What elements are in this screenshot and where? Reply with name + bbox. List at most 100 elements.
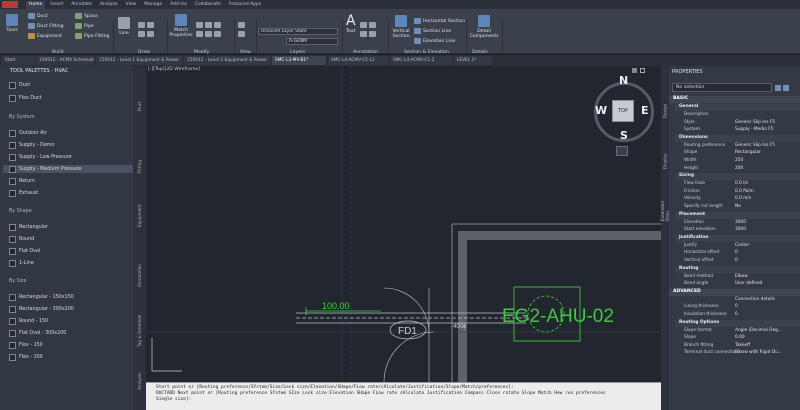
property-row[interactable]: Friction 0.0 Pa/m xyxy=(669,189,800,196)
property-row[interactable]: Bend angle User defined xyxy=(669,281,800,288)
copy-icon[interactable] xyxy=(205,22,212,28)
wcs-menu[interactable] xyxy=(616,146,628,156)
property-group-header[interactable]: Dimensions xyxy=(675,134,800,142)
property-row[interactable]: Routing preference Generic Slip Ins F5 xyxy=(669,143,800,150)
file-tab[interactable]: LEVEL 1* xyxy=(454,56,492,65)
duct-button[interactable]: Duct xyxy=(28,13,48,19)
tag-icon[interactable] xyxy=(360,31,367,37)
palette-item[interactable]: Rectangular xyxy=(9,223,48,231)
extend-icon[interactable] xyxy=(205,31,212,37)
ribbon-tab-add-ins[interactable]: Add-ins xyxy=(167,1,190,9)
property-group-header[interactable]: Placement xyxy=(675,211,800,219)
property-row[interactable]: Insulation thickness 0 xyxy=(669,312,800,319)
viewport-maximize-icon[interactable] xyxy=(640,68,645,73)
dimension-icon[interactable] xyxy=(360,22,367,28)
property-row[interactable]: Elevation 3000 xyxy=(669,220,800,227)
property-group-header[interactable]: Routing xyxy=(675,265,800,273)
palette-item[interactable]: Exhaust xyxy=(9,189,38,197)
palette-item[interactable]: Flex - 200 xyxy=(9,353,43,361)
move-icon[interactable] xyxy=(196,22,203,28)
palette-tab[interactable]: Fitting xyxy=(134,146,145,186)
space-button[interactable]: Space xyxy=(75,13,98,19)
property-row[interactable]: Width 250 xyxy=(669,158,800,165)
properties-side-tab[interactable]: Design xyxy=(661,96,669,126)
property-row[interactable]: Connection details xyxy=(669,297,800,304)
property-row[interactable]: Specify cut length No xyxy=(669,204,800,211)
file-tab[interactable]: 150912 - Level 1 Equipment & Power xyxy=(96,56,182,65)
vertical-section-button[interactable]: Vertical Section xyxy=(390,15,412,39)
layer-state-dropdown[interactable]: Unsaved Layer State xyxy=(258,28,338,35)
ribbon-tab-annotate[interactable]: Annotate xyxy=(68,1,95,9)
palette-item[interactable]: Rectangular - 300x200 xyxy=(9,305,74,313)
palette-tab[interactable]: Equipment xyxy=(134,196,145,236)
palette-tab[interactable]: Annotation xyxy=(134,256,145,296)
property-row[interactable]: Style Generic Slip Ins F5 xyxy=(669,120,800,127)
file-tab[interactable]: 150912 - ACMV Schematic - Level* xyxy=(36,56,94,65)
palette-item[interactable]: Round - 150 xyxy=(9,317,48,325)
section-line-button[interactable]: Section Line xyxy=(414,28,451,34)
property-row[interactable]: Slope 0.00 xyxy=(669,335,800,342)
ribbon-tab-featured-apps[interactable]: Featured Apps xyxy=(226,1,264,9)
property-row[interactable]: Flow Rate 0.0 l/s xyxy=(669,181,800,188)
file-tab[interactable]: SMC-L4-ACMV-C1-L2 xyxy=(328,56,388,65)
duct-fitting-button[interactable]: Duct Fitting xyxy=(28,23,64,29)
zoom-icon[interactable] xyxy=(238,22,245,28)
file-tab[interactable]: SMC-L3-MV-B1* xyxy=(272,56,326,65)
palette-item[interactable]: Return xyxy=(9,177,35,185)
pipe-fitting-button[interactable]: Pipe Fitting xyxy=(75,33,109,39)
properties-side-tab[interactable]: Extended Data xyxy=(660,191,670,221)
command-prompt[interactable]: DUCTADD Next point or [Routing preferenc… xyxy=(146,391,616,403)
mirror-icon[interactable] xyxy=(214,31,221,37)
horizontal-section-button[interactable]: Horizontal Section xyxy=(414,18,465,24)
palette-item[interactable]: Supply - Demo xyxy=(9,141,54,149)
property-row[interactable]: Vertical offset 0 xyxy=(669,258,800,265)
arc-icon[interactable] xyxy=(147,22,154,28)
ribbon-tab-view[interactable]: View xyxy=(123,1,140,9)
ribbon-tab-manage[interactable]: Manage xyxy=(141,1,165,9)
palette-item[interactable]: Flat Oval xyxy=(9,247,40,255)
compass-east[interactable]: E xyxy=(641,104,649,117)
drawing-viewport[interactable]: [-][Top][2D Wireframe] 100.00 FD1 400ϕ E… xyxy=(146,66,661,382)
select-objects-icon[interactable] xyxy=(775,85,781,91)
property-row[interactable]: System Supply - Medio F5 xyxy=(669,127,800,134)
modify-tools-grid[interactable] xyxy=(196,22,232,46)
trim-icon[interactable] xyxy=(196,31,203,37)
properties-side-tab[interactable]: Display xyxy=(661,146,669,176)
app-logo[interactable] xyxy=(2,1,18,8)
palette-item[interactable]: Outdoor Air xyxy=(9,129,47,137)
palette-tab[interactable]: Tag & Schedule xyxy=(134,311,145,351)
property-group-header[interactable]: Justification xyxy=(675,234,800,242)
palette-item[interactable]: Flex - 150 xyxy=(9,341,43,349)
palette-item[interactable]: Flex Duct xyxy=(9,94,42,102)
draw-tools-grid[interactable] xyxy=(138,22,164,46)
layer-dropdown[interactable]: A-GENM xyxy=(286,38,338,45)
quick-select-icon[interactable] xyxy=(783,85,789,91)
file-tab[interactable]: Start xyxy=(2,56,34,65)
property-group-header[interactable]: Routing Options xyxy=(675,319,800,327)
property-row[interactable]: Height 200 xyxy=(669,166,800,173)
polyline-icon[interactable] xyxy=(147,31,154,37)
leader-icon[interactable] xyxy=(369,22,376,28)
palette-item[interactable]: Flat Oval - 300x200 xyxy=(9,329,66,337)
property-row[interactable]: Lining thickness 0 xyxy=(669,304,800,311)
property-row[interactable]: Branch fitting Takeoff xyxy=(669,343,800,350)
detail-components-button[interactable]: Detail Components xyxy=(469,15,499,39)
drawing-canvas[interactable]: 100.00 FD1 400ϕ EG2-AHU-02 xyxy=(146,66,661,382)
equipment-button[interactable]: Equipment xyxy=(28,33,62,39)
property-row[interactable]: Horizontal offset 0 xyxy=(669,250,800,257)
ribbon-tab-home[interactable]: Home xyxy=(26,1,46,9)
property-group-header[interactable]: Sizing xyxy=(675,173,800,181)
compass-south[interactable]: S xyxy=(620,129,628,142)
file-tab[interactable]: SMC-L4-ACMV-C1-2 xyxy=(390,56,452,65)
pipe-button[interactable]: Pipe xyxy=(75,23,94,29)
compass-north[interactable]: N xyxy=(619,74,628,87)
file-tab[interactable]: 150912 - Level 2 Equipment & Power xyxy=(184,56,270,65)
command-line[interactable]: Start point or [Routing preference/SYste… xyxy=(146,382,661,410)
text-button[interactable]: A Text xyxy=(346,14,356,34)
palette-tab[interactable]: Analysis xyxy=(134,361,145,401)
property-row[interactable]: Description xyxy=(669,112,800,119)
compass-west[interactable]: W xyxy=(595,104,607,117)
pan-icon[interactable] xyxy=(238,31,245,37)
ribbon-tab-insert[interactable]: Insert xyxy=(47,1,66,9)
ribbon-tab-analyze[interactable]: Analyze xyxy=(97,1,121,9)
